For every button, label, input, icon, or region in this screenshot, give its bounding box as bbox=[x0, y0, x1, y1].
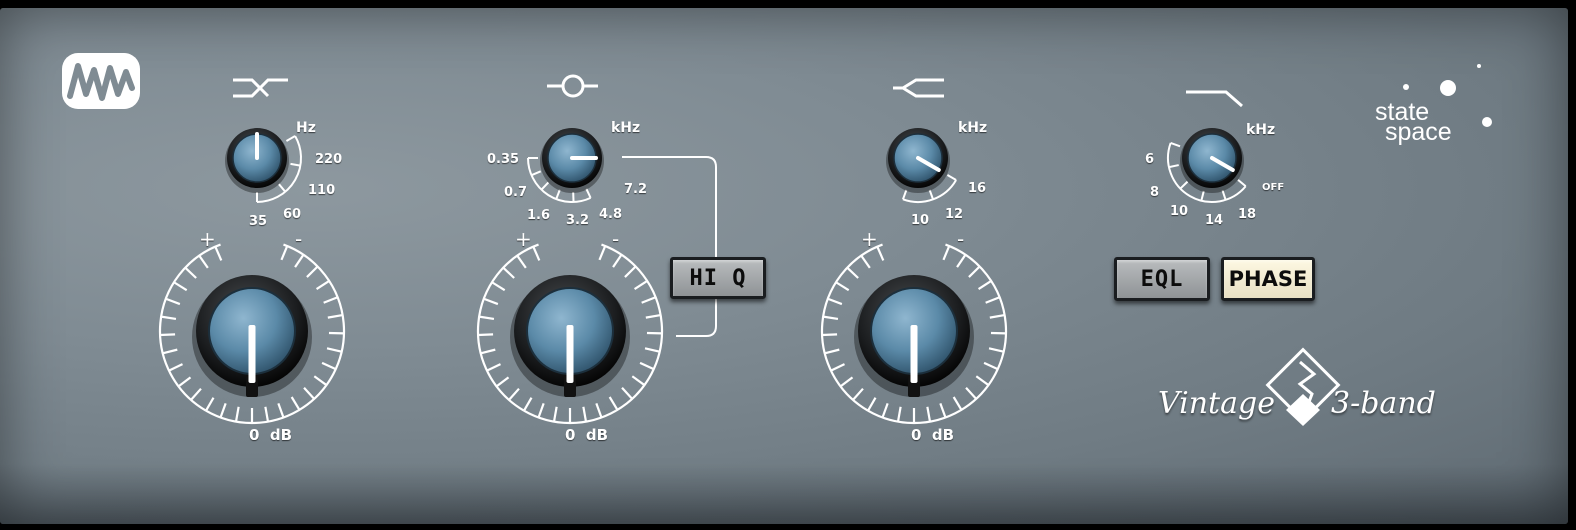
high-gain-knob[interactable] bbox=[854, 275, 974, 397]
high-gain-plus-label: + bbox=[861, 227, 878, 251]
plugin-panel: Hz kHz kHz kHz 220 110 60 35 0.35 0.7 1.… bbox=[0, 8, 1568, 524]
high-freq-unit: kHz bbox=[958, 120, 988, 136]
lpf-freq-knob[interactable] bbox=[1180, 128, 1244, 193]
mid-freq-tick-4.8: 4.8 bbox=[599, 207, 623, 222]
high-gain-readout: 0 dB bbox=[911, 426, 955, 444]
low-shelf-symbol-icon bbox=[233, 78, 288, 98]
low-gain-knob[interactable] bbox=[192, 275, 312, 397]
mid-freq-tick-7.2: 7.2 bbox=[624, 182, 648, 197]
mid-freq-unit: kHz bbox=[611, 120, 641, 136]
mid-freq-knob[interactable] bbox=[540, 128, 604, 193]
hi-q-button[interactable]: HI Q bbox=[670, 257, 766, 299]
phase-button[interactable]: PHASE bbox=[1221, 257, 1315, 301]
eql-button[interactable]: EQL bbox=[1114, 257, 1210, 301]
panel-graphics bbox=[62, 53, 1492, 426]
presonus-logo-icon bbox=[62, 53, 140, 109]
high-gain-minus-label: - bbox=[957, 227, 965, 251]
lpf-tick-off: OFF bbox=[1262, 182, 1285, 193]
lpf-tick-8: 8 bbox=[1150, 185, 1160, 200]
mid-gain-readout: 0 dB bbox=[565, 426, 609, 444]
product-name-vintage: Vintage bbox=[1158, 386, 1275, 421]
low-pass-symbol-icon bbox=[1186, 90, 1243, 108]
high-freq-tick-10: 10 bbox=[911, 213, 930, 228]
low-freq-tick-60: 60 bbox=[283, 207, 302, 222]
mid-freq-tick-0.7: 0.7 bbox=[504, 185, 528, 200]
low-gain-readout: 0 dB bbox=[249, 426, 293, 444]
high-shelf-symbol-icon bbox=[893, 78, 944, 98]
low-freq-knob[interactable] bbox=[225, 128, 289, 193]
low-freq-tick-220: 220 bbox=[315, 152, 343, 167]
product-name-3-band: 3-band bbox=[1331, 386, 1436, 421]
lpf-tick-10: 10 bbox=[1170, 204, 1189, 219]
mid-freq-tick-3.2: 3.2 bbox=[566, 213, 590, 228]
low-freq-tick-35: 35 bbox=[249, 214, 268, 229]
lpf-tick-6: 6 bbox=[1145, 152, 1155, 167]
lpf-tick-14: 14 bbox=[1205, 213, 1224, 228]
mid-gain-knob[interactable] bbox=[510, 275, 630, 397]
high-freq-tick-16: 16 bbox=[968, 181, 987, 196]
mid-gain-minus-label: - bbox=[612, 227, 620, 251]
low-freq-unit: Hz bbox=[296, 120, 316, 136]
mid-bell-symbol-icon bbox=[547, 74, 598, 98]
high-freq-tick-12: 12 bbox=[945, 207, 964, 222]
lpf-freq-unit: kHz bbox=[1246, 122, 1276, 138]
high-freq-knob[interactable] bbox=[886, 128, 950, 193]
low-gain-minus-label: - bbox=[295, 227, 303, 251]
mid-freq-tick-1.6: 1.6 bbox=[527, 208, 551, 223]
diamond-bolt-logo-icon bbox=[1265, 347, 1341, 426]
state-space-logo: state space bbox=[1375, 98, 1452, 146]
lpf-tick-18: 18 bbox=[1238, 207, 1257, 222]
mid-gain-plus-label: + bbox=[515, 227, 532, 251]
mid-freq-tick-0.35: 0.35 bbox=[487, 152, 520, 167]
low-freq-tick-110: 110 bbox=[308, 183, 336, 198]
low-gain-plus-label: + bbox=[199, 227, 216, 251]
